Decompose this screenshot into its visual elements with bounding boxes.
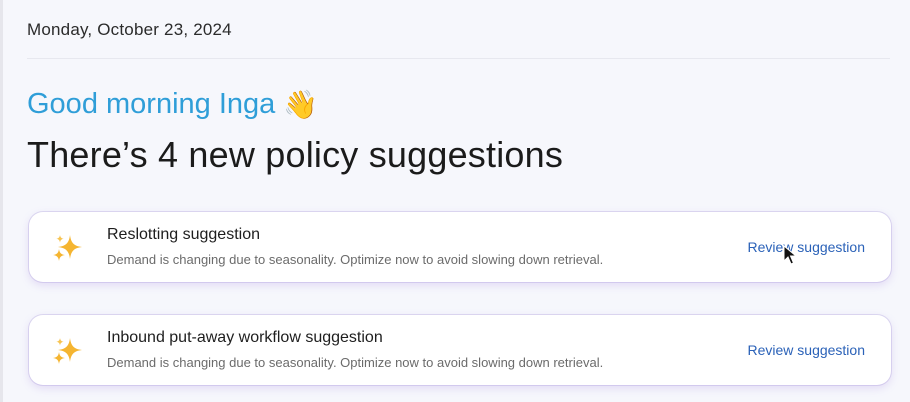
home-page: Monday, October 23, 2024 Good morning In… — [0, 0, 910, 402]
review-suggestion-link[interactable]: Review suggestion — [747, 342, 865, 358]
sparkle-icon — [53, 338, 82, 364]
suggestion-card-reslotting: Reslotting suggestion Demand is changing… — [29, 212, 891, 282]
suggestion-title: Reslotting suggestion — [107, 226, 260, 243]
suggestion-description: Demand is changing due to seasonality. O… — [107, 252, 604, 267]
suggestion-title: Inbound put-away workflow suggestion — [107, 329, 383, 346]
review-suggestion-link[interactable]: Review suggestion — [747, 239, 865, 255]
greeting: Good morning Inga 👋 — [27, 88, 318, 121]
suggestion-card-inbound-put-away: Inbound put-away workflow suggestion Dem… — [29, 315, 891, 385]
mouse-cursor-icon — [783, 245, 797, 265]
divider — [27, 58, 890, 59]
suggestion-description: Demand is changing due to seasonality. O… — [107, 355, 604, 370]
greeting-text: Good morning Inga — [27, 88, 276, 120]
page-title: There’s 4 new policy suggestions — [27, 134, 564, 175]
current-date: Monday, October 23, 2024 — [27, 20, 232, 39]
sparkle-icon — [53, 235, 82, 261]
waving-hand-icon: 👋 — [283, 88, 319, 120]
